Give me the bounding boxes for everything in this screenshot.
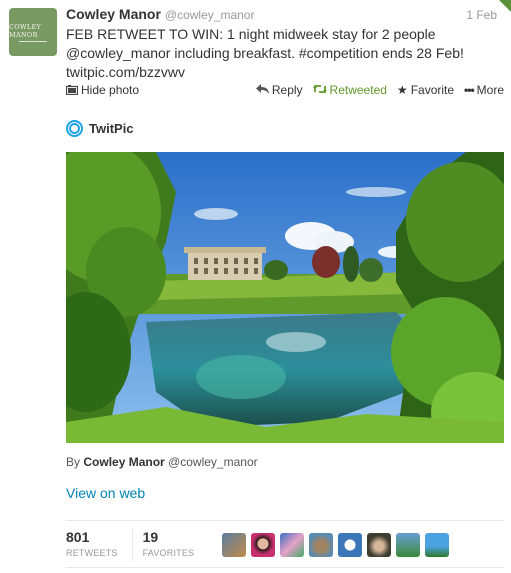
tweet-text: FEB RETWEET TO WIN: 1 night midweek stay… [66, 25, 506, 82]
user-avatar[interactable] [251, 533, 275, 557]
tweet-link[interactable]: twitpic.com/bzzvwv [66, 63, 506, 82]
reply-icon [255, 84, 269, 96]
media-provider[interactable]: TwitPic [66, 120, 134, 137]
retweeted-button[interactable]: Retweeted [312, 83, 387, 97]
avatar-logo-text: COWLEY MANOR [9, 22, 42, 39]
avatar[interactable]: COWLEY MANOR [9, 8, 57, 56]
tweet-timestamp[interactable]: 1 Feb [466, 8, 503, 22]
retweets-stat[interactable]: 801 RETWEETS [66, 529, 133, 561]
ellipsis-icon: ••• [464, 83, 475, 97]
reply-button[interactable]: Reply [255, 83, 303, 97]
tweet-action-group: Reply Retweeted ★ Favorite ••• More [255, 83, 504, 97]
user-avatar[interactable] [396, 533, 420, 557]
twitpic-logo-icon [66, 120, 83, 137]
user-avatar[interactable] [425, 533, 449, 557]
favorites-stat[interactable]: 19 FAVORITES [143, 529, 209, 561]
view-on-web-link[interactable]: View on web [66, 485, 145, 501]
author-username[interactable]: @cowley_manor [165, 8, 255, 22]
favorite-button[interactable]: ★ Favorite [397, 83, 454, 97]
user-avatar[interactable] [280, 533, 304, 557]
hide-photo-label: Hide photo [81, 83, 140, 97]
byline-prefix: By [66, 455, 81, 469]
user-avatar[interactable] [309, 533, 333, 557]
favorites-label: FAVORITES [142, 548, 195, 558]
tweet-text-line: @cowley_manor including breakfast. #comp… [66, 45, 464, 61]
favorites-count: 19 [142, 529, 159, 545]
tweet-photo[interactable] [66, 152, 504, 443]
byline-author[interactable]: Cowley Manor [83, 455, 164, 469]
tweet-text-line: FEB RETWEET TO WIN: 1 night midweek stay… [66, 26, 436, 42]
user-avatar[interactable] [367, 533, 391, 557]
user-avatar[interactable] [338, 533, 362, 557]
stats-divider-bottom [66, 567, 504, 568]
tweet-header: Cowley Manor @cowley_manor 1 Feb [66, 6, 503, 24]
media-provider-label: TwitPic [89, 121, 134, 136]
retweets-count: 801 [66, 529, 90, 545]
tweet-actions: Hide photo Reply Retweeted ★ Favorite ••… [66, 82, 504, 98]
landscape-photo [66, 152, 504, 443]
user-faces [222, 533, 449, 557]
reply-label: Reply [271, 83, 303, 97]
retweet-icon [312, 84, 327, 96]
favorite-label: Favorite [410, 83, 455, 97]
retweeted-label: Retweeted [329, 83, 387, 97]
avatar-logo-line [19, 40, 47, 42]
tweet-content: Cowley Manor @cowley_manor 1 Feb FEB RET… [66, 6, 503, 82]
tweet-stats: 801 RETWEETS 19 FAVORITES [66, 529, 218, 561]
author-fullname[interactable]: Cowley Manor [66, 6, 161, 22]
hide-photo-button[interactable]: Hide photo [66, 83, 139, 97]
more-label: More [476, 83, 504, 97]
media-byline: By Cowley Manor @cowley_manor [66, 455, 258, 469]
stats-divider-top [66, 520, 504, 521]
retweets-label: RETWEETS [66, 548, 118, 558]
user-avatar[interactable] [222, 533, 246, 557]
more-button[interactable]: ••• More [464, 83, 504, 97]
byline-username[interactable]: @cowley_manor [168, 455, 258, 469]
star-icon: ★ [396, 83, 408, 97]
photo-icon [66, 85, 78, 95]
